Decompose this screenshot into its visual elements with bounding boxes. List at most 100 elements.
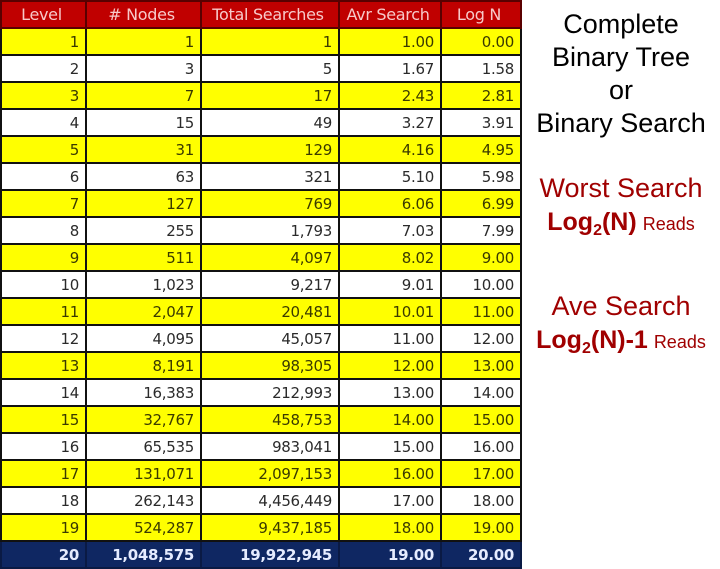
cell-nodes: 65,535 — [85, 432, 202, 461]
binary-search-table: Level # Nodes Total Searches Avr Search … — [0, 0, 522, 569]
side-title: Complete Binary Tree or Binary Search — [522, 8, 720, 140]
cell-nodes: 1,048,575 — [85, 540, 202, 569]
table-header-row: Level # Nodes Total Searches Avr Search … — [0, 0, 522, 29]
header-level: Level — [0, 0, 87, 29]
cell-nodes: 524,287 — [85, 513, 202, 542]
cell-log-n: 13.00 — [440, 351, 522, 380]
cell-total-searches: 9,437,185 — [200, 513, 340, 542]
cell-log-n: 15.00 — [440, 405, 522, 434]
cell-total-searches: 98,305 — [200, 351, 340, 380]
table-row: 11 2,047 20,481 10.01 11.00 — [0, 297, 522, 326]
cell-nodes: 255 — [85, 216, 202, 245]
cell-nodes: 31 — [85, 135, 202, 164]
cell-avr-search: 12.00 — [338, 351, 442, 380]
cell-total-searches: 2,097,153 — [200, 459, 340, 488]
cell-log-n: 12.00 — [440, 324, 522, 353]
cell-level: 13 — [0, 351, 87, 380]
cell-level: 3 — [0, 81, 87, 110]
table-row: 4 15 49 3.27 3.91 — [0, 108, 522, 137]
title-line: Binary Tree — [551, 42, 691, 72]
worst-search-unit: Reads — [642, 214, 695, 234]
cell-avr-search: 6.06 — [338, 189, 442, 218]
table-row: 10 1,023 9,217 9.01 10.00 — [0, 270, 522, 299]
table-row: 15 32,767 458,753 14.00 15.00 — [0, 405, 522, 434]
cell-avr-search: 2.43 — [338, 81, 442, 110]
cell-level: 20 — [0, 540, 87, 569]
header-log-n: Log N — [440, 0, 522, 29]
cell-total-searches: 1,793 — [200, 216, 340, 245]
cell-total-searches: 49 — [200, 108, 340, 137]
cell-level: 2 — [0, 54, 87, 83]
cell-nodes: 262,143 — [85, 486, 202, 515]
title-line: or — [608, 75, 633, 105]
table-row: 8 255 1,793 7.03 7.99 — [0, 216, 522, 245]
cell-avr-search: 7.03 — [338, 216, 442, 245]
header-avr-search: Avr Search — [338, 0, 442, 29]
binary-search-table-container: Level # Nodes Total Searches Avr Search … — [0, 0, 522, 569]
table-row: 14 16,383 212,993 13.00 14.00 — [0, 378, 522, 407]
cell-avr-search: 9.01 — [338, 270, 442, 299]
cell-nodes: 15 — [85, 108, 202, 137]
cell-total-searches: 20,481 — [200, 297, 340, 326]
cell-total-searches: 17 — [200, 81, 340, 110]
cell-avr-search: 16.00 — [338, 459, 442, 488]
cell-total-searches: 4,456,449 — [200, 486, 340, 515]
cell-total-searches: 983,041 — [200, 432, 340, 461]
cell-level: 19 — [0, 513, 87, 542]
cell-avr-search: 8.02 — [338, 243, 442, 272]
cell-total-searches: 9,217 — [200, 270, 340, 299]
cell-total-searches: 458,753 — [200, 405, 340, 434]
cell-log-n: 11.00 — [440, 297, 522, 326]
table-row: 12 4,095 45,057 11.00 12.00 — [0, 324, 522, 353]
cell-log-n: 10.00 — [440, 270, 522, 299]
table-row: 16 65,535 983,041 15.00 16.00 — [0, 432, 522, 461]
table-row: 20 1,048,575 19,922,945 19.00 20.00 — [0, 540, 522, 569]
cell-log-n: 1.58 — [440, 54, 522, 83]
cell-nodes: 3 — [85, 54, 202, 83]
cell-nodes: 7 — [85, 81, 202, 110]
cell-level: 14 — [0, 378, 87, 407]
formula-suffix: (N) — [601, 208, 637, 236]
formula-prefix: Log — [547, 208, 594, 236]
worst-search-formula: Log2(N) — [547, 208, 637, 239]
table-row: 1 1 1 1.00 0.00 — [0, 27, 522, 56]
formula-suffix: (N)-1 — [590, 326, 648, 354]
ave-search-heading: Ave Search — [551, 291, 691, 321]
cell-total-searches: 4,097 — [200, 243, 340, 272]
cell-total-searches: 1 — [200, 27, 340, 56]
cell-nodes: 131,071 — [85, 459, 202, 488]
table-row: 19 524,287 9,437,185 18.00 19.00 — [0, 513, 522, 542]
cell-avr-search: 17.00 — [338, 486, 442, 515]
cell-nodes: 1 — [85, 27, 202, 56]
cell-total-searches: 212,993 — [200, 378, 340, 407]
cell-log-n: 7.99 — [440, 216, 522, 245]
cell-nodes: 8,191 — [85, 351, 202, 380]
cell-nodes: 32,767 — [85, 405, 202, 434]
cell-avr-search: 1.00 — [338, 27, 442, 56]
cell-avr-search: 13.00 — [338, 378, 442, 407]
worst-search-block: Worst Search Log2(N) Reads — [522, 172, 720, 243]
cell-level: 7 — [0, 189, 87, 218]
cell-total-searches: 45,057 — [200, 324, 340, 353]
worst-search-formula-line: Log2(N) Reads — [522, 205, 720, 243]
cell-total-searches: 321 — [200, 162, 340, 191]
cell-level: 5 — [0, 135, 87, 164]
title-line: Complete — [563, 9, 679, 39]
cell-level: 6 — [0, 162, 87, 191]
cell-total-searches: 19,922,945 — [200, 540, 340, 569]
cell-level: 8 — [0, 216, 87, 245]
cell-avr-search: 18.00 — [338, 513, 442, 542]
table-row: 7 127 769 6.06 6.99 — [0, 189, 522, 218]
table-body: 1 1 1 1.00 0.00 2 3 5 1.67 1.58 3 7 17 2.43 2.81 4 15 49 3… — [0, 27, 522, 569]
cell-level: 10 — [0, 270, 87, 299]
table-row: 2 3 5 1.67 1.58 — [0, 54, 522, 83]
table-row: 9 511 4,097 8.02 9.00 — [0, 243, 522, 272]
cell-level: 12 — [0, 324, 87, 353]
cell-nodes: 16,383 — [85, 378, 202, 407]
cell-level: 15 — [0, 405, 87, 434]
cell-nodes: 63 — [85, 162, 202, 191]
cell-log-n: 6.99 — [440, 189, 522, 218]
cell-level: 18 — [0, 486, 87, 515]
cell-level: 16 — [0, 432, 87, 461]
formula-subscript: 2 — [593, 222, 602, 239]
